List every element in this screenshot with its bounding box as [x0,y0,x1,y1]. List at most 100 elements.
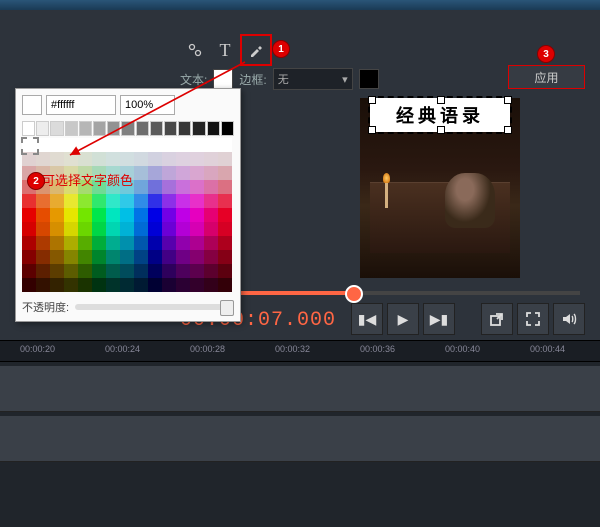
seek-thumb[interactable] [345,285,363,303]
color-swatch[interactable] [134,222,148,236]
color-swatch[interactable] [204,166,218,180]
color-swatch[interactable] [134,250,148,264]
color-swatch[interactable] [50,250,64,264]
color-swatch[interactable] [64,264,78,278]
color-swatch[interactable] [148,278,162,292]
color-swatch[interactable] [92,208,106,222]
time-ruler[interactable]: 00:00:2000:00:2400:00:2800:00:3200:00:36… [0,341,600,362]
color-swatch[interactable] [218,236,232,250]
color-swatch[interactable] [218,138,232,152]
color-swatch[interactable] [190,180,204,194]
color-swatch[interactable] [176,166,190,180]
color-swatch[interactable] [78,194,92,208]
color-swatch[interactable] [148,264,162,278]
color-swatch[interactable] [50,278,64,292]
color-swatch[interactable] [176,194,190,208]
color-swatch[interactable] [92,194,106,208]
color-swatch[interactable] [64,250,78,264]
border-color-swatch[interactable] [359,69,379,89]
color-swatch[interactable] [190,250,204,264]
color-swatch[interactable] [190,166,204,180]
gray-swatch[interactable] [121,121,134,136]
color-swatch[interactable] [162,264,176,278]
text-overlay[interactable]: 经典语录 [370,98,510,132]
gray-swatch[interactable] [178,121,191,136]
border-select[interactable]: 无 ▾ [273,68,353,90]
color-swatch[interactable] [162,138,176,152]
color-swatch[interactable] [134,208,148,222]
color-swatch[interactable] [64,152,78,166]
color-swatch[interactable] [50,152,64,166]
color-swatch[interactable] [106,222,120,236]
color-swatch[interactable] [64,194,78,208]
color-swatch[interactable] [176,138,190,152]
color-swatch[interactable] [134,278,148,292]
popout-icon[interactable] [481,303,513,335]
color-swatch[interactable] [92,278,106,292]
eyedropper-icon[interactable] [240,34,272,66]
volume-icon[interactable] [553,303,585,335]
video-track[interactable] [0,366,600,412]
color-swatch[interactable] [22,222,36,236]
color-swatch[interactable] [50,222,64,236]
color-swatch[interactable] [50,236,64,250]
color-swatch[interactable] [218,264,232,278]
opacity-slider[interactable] [75,304,234,310]
color-swatch[interactable] [176,278,190,292]
color-swatch[interactable] [162,208,176,222]
color-swatch[interactable] [218,152,232,166]
color-swatch[interactable] [204,222,218,236]
settings-icon[interactable] [180,35,210,65]
color-swatch[interactable] [36,250,50,264]
color-swatch[interactable] [36,264,50,278]
color-swatch[interactable] [218,222,232,236]
opacity-thumb[interactable] [220,300,234,316]
color-swatch[interactable] [134,138,148,152]
color-swatch[interactable] [22,236,36,250]
color-swatch[interactable] [22,278,36,292]
color-swatch[interactable] [120,138,134,152]
color-swatch[interactable] [162,250,176,264]
color-swatch[interactable] [204,180,218,194]
color-swatch[interactable] [92,138,106,152]
color-swatch[interactable] [120,152,134,166]
hex-input[interactable] [46,95,116,115]
color-swatch[interactable] [148,222,162,236]
gray-swatch[interactable] [136,121,149,136]
apply-button[interactable]: 应用 [508,65,585,89]
color-swatch[interactable] [204,138,218,152]
color-swatch[interactable] [148,250,162,264]
color-swatch[interactable] [78,152,92,166]
color-swatch[interactable] [92,222,106,236]
color-swatch[interactable] [176,236,190,250]
opacity-input[interactable] [120,95,175,115]
color-swatch[interactable] [176,222,190,236]
color-swatch[interactable] [218,208,232,222]
color-swatch[interactable] [120,236,134,250]
color-swatch[interactable] [190,208,204,222]
color-swatch[interactable] [162,180,176,194]
color-swatch[interactable] [218,194,232,208]
color-swatch[interactable] [78,236,92,250]
color-swatch[interactable] [120,208,134,222]
color-swatch[interactable] [218,278,232,292]
color-swatch[interactable] [148,138,162,152]
color-swatch[interactable] [148,152,162,166]
color-swatch[interactable] [162,166,176,180]
color-swatch[interactable] [50,194,64,208]
color-swatch[interactable] [78,222,92,236]
color-swatch[interactable] [92,250,106,264]
color-swatch[interactable] [120,222,134,236]
color-swatch[interactable] [78,278,92,292]
color-swatch[interactable] [120,194,134,208]
color-swatch[interactable] [190,278,204,292]
color-swatch[interactable] [148,208,162,222]
color-swatch[interactable] [190,152,204,166]
color-swatch[interactable] [190,222,204,236]
color-swatch[interactable] [204,208,218,222]
gray-swatch[interactable] [107,121,120,136]
color-swatch[interactable] [64,208,78,222]
color-swatch[interactable] [106,152,120,166]
gray-swatch[interactable] [192,121,205,136]
color-swatch[interactable] [204,264,218,278]
